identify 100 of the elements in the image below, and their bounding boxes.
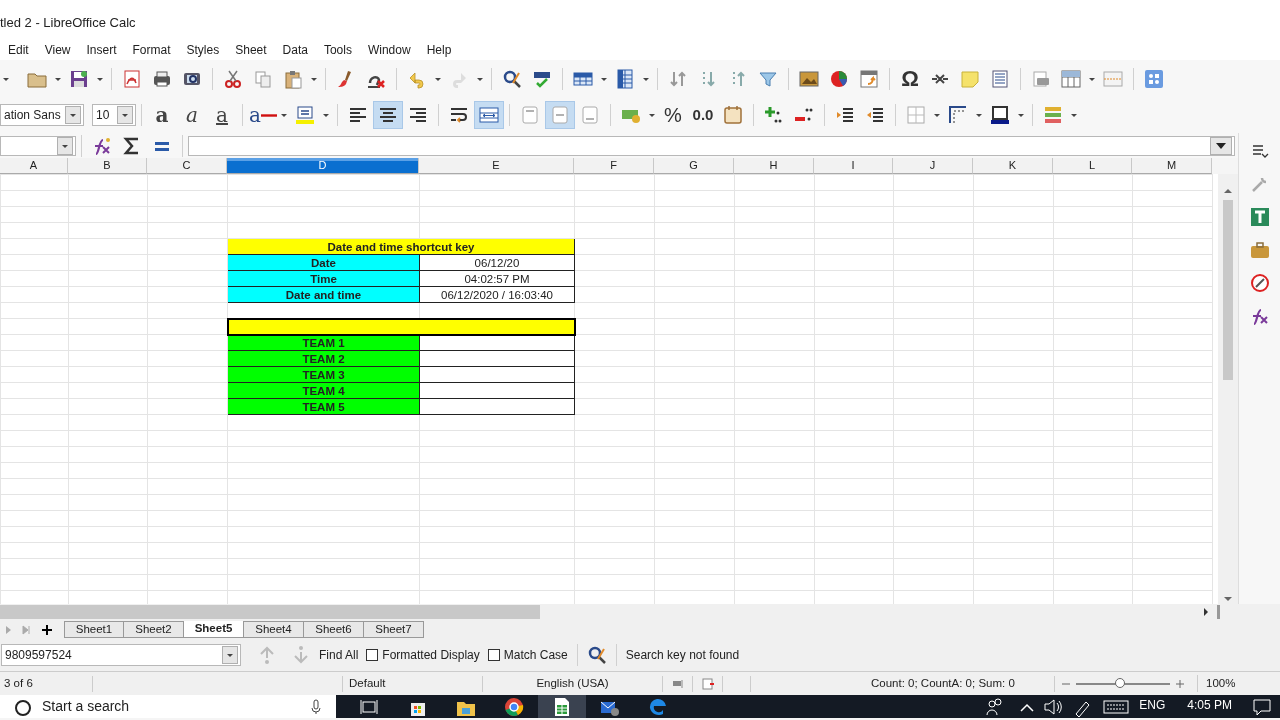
menu-item[interactable]: Edit [0, 41, 37, 59]
merge-cells-icon[interactable] [479, 105, 499, 125]
font-name-field[interactable]: ation Sans [0, 104, 84, 126]
speaker-icon[interactable] [1043, 696, 1064, 717]
scroll-right-icon[interactable] [1201, 607, 1211, 617]
table-cell: 04:02:57 PM [419, 270, 575, 287]
pivot-table-icon[interactable] [859, 68, 879, 89]
menu-item[interactable]: Help [418, 41, 460, 59]
merge-center-button[interactable] [474, 101, 504, 129]
calendar-icon[interactable] [723, 105, 743, 125]
scroll-up-icon[interactable] [1223, 186, 1233, 196]
decimal-button[interactable]: 0.0 [688, 101, 718, 129]
print-area-icon[interactable] [1031, 68, 1051, 89]
input-language[interactable]: ENG [1139, 696, 1166, 714]
sheet-tab[interactable]: Sheet6 [304, 621, 364, 638]
table-cell: 06/12/2020 / 16:03:40 [419, 286, 575, 303]
scroll-thumb[interactable] [1223, 200, 1233, 380]
column-header[interactable]: A [0, 158, 68, 174]
sheet-tab[interactable]: Sheet5 [184, 621, 244, 638]
browser-icon[interactable] [504, 696, 524, 717]
percent-button[interactable]: % [658, 101, 688, 129]
font-color-button[interactable]: a [249, 105, 261, 125]
clock-time[interactable]: 4:05 PM [1187, 696, 1232, 714]
column-header[interactable]: H [734, 158, 814, 174]
menu-item[interactable]: Tools [315, 41, 360, 59]
clipboard-icon[interactable] [283, 68, 303, 89]
font-color-bar-icon [260, 113, 277, 117]
sheet-tab[interactable]: Sheet7 [364, 621, 424, 638]
search-circle-icon[interactable] [14, 697, 32, 716]
column-header[interactable]: M [1132, 158, 1212, 174]
briefcase-icon[interactable] [1249, 240, 1270, 260]
sheet-tab[interactable]: Sheet2 [124, 621, 184, 638]
add-decimal-icon[interactable] [764, 105, 784, 125]
pdf-icon[interactable] [122, 68, 142, 89]
special-character-button[interactable]: Ω [895, 64, 925, 93]
menu-item[interactable]: Sheet [227, 41, 275, 59]
document-modified-icon[interactable] [701, 677, 714, 690]
column-header[interactable]: C [147, 158, 227, 174]
column-header[interactable]: F [574, 158, 654, 174]
text-properties-icon[interactable] [1249, 207, 1270, 227]
column-header[interactable]: D [227, 158, 419, 174]
search-field[interactable]: 9809597524 [1, 644, 241, 666]
sheet-tab[interactable]: Sheet4 [244, 621, 304, 638]
checkbox[interactable] [366, 649, 379, 661]
column-icon[interactable] [615, 68, 635, 89]
add-sheet-icon[interactable] [42, 624, 52, 635]
column-header[interactable]: I [814, 158, 893, 174]
align-right-icon[interactable] [408, 105, 428, 125]
underline-button[interactable]: a [207, 101, 237, 129]
pie-chart-icon[interactable] [829, 68, 849, 89]
menu-item[interactable]: Styles [178, 41, 228, 59]
indent-icon[interactable] [835, 105, 855, 125]
find-replace-icon[interactable] [502, 68, 522, 89]
menu-item[interactable]: Data [274, 41, 316, 59]
function-wizard-icon[interactable] [92, 135, 112, 156]
highlighting-icon[interactable] [295, 105, 315, 125]
find-replace-icon[interactable] [586, 645, 607, 665]
italic-button[interactable]: a [177, 101, 207, 129]
search-field[interactable]: Start a search [0, 695, 336, 718]
selection-mode-icon[interactable] [671, 677, 684, 690]
scissors-icon[interactable] [223, 68, 243, 89]
find-all-button[interactable]: Find All [319, 646, 359, 664]
conditional-format-icon[interactable] [1043, 105, 1063, 125]
freeze-icon[interactable] [1061, 68, 1081, 89]
border-style-icon[interactable] [948, 105, 968, 125]
border-color-icon[interactable] [990, 105, 1010, 125]
menu-item[interactable]: Insert [78, 41, 125, 59]
font-size-field[interactable]: 10 [92, 104, 136, 126]
column-header[interactable]: L [1053, 158, 1132, 174]
image-icon[interactable] [799, 68, 819, 89]
column-header[interactable]: G [654, 158, 734, 174]
zoom-level: 100% [1197, 674, 1236, 693]
column-header[interactable]: E [419, 158, 574, 174]
zoom-in-icon[interactable] [1175, 678, 1185, 689]
checkbox-label[interactable]: Match Case [503, 646, 568, 664]
sheet-position: 3 of 6 [0, 675, 93, 692]
checkbox-label[interactable]: Formatted Display [382, 646, 480, 664]
align-center-button[interactable] [373, 101, 403, 129]
wrap-text-icon[interactable] [449, 105, 469, 125]
search-message: Search key not found [625, 647, 740, 664]
column-header[interactable]: J [893, 158, 973, 174]
printer-icon[interactable] [152, 68, 172, 89]
edge-browser-icon[interactable] [648, 696, 668, 717]
sheet-tab[interactable]: Sheet1 [64, 621, 124, 638]
menu-item[interactable]: Window [359, 41, 419, 59]
column-header[interactable]: K [973, 158, 1053, 174]
column-header[interactable]: B [68, 158, 147, 174]
horizontal-scroll-thumb[interactable] [0, 605, 540, 619]
spreadsheet-icon[interactable] [552, 696, 572, 717]
notification-icon[interactable] [1252, 696, 1272, 717]
microphone-icon[interactable] [310, 698, 322, 715]
menu-item[interactable]: Format [124, 41, 179, 59]
checkbox[interactable] [487, 649, 500, 661]
menu-item[interactable]: View [36, 41, 79, 59]
outdent-icon[interactable] [865, 105, 885, 125]
grid-icon[interactable] [1144, 68, 1164, 89]
formula-input-field[interactable] [188, 135, 1235, 156]
align-left-icon[interactable] [348, 105, 368, 125]
bold-button[interactable]: a [147, 101, 177, 129]
align-center-icon[interactable] [378, 105, 398, 125]
